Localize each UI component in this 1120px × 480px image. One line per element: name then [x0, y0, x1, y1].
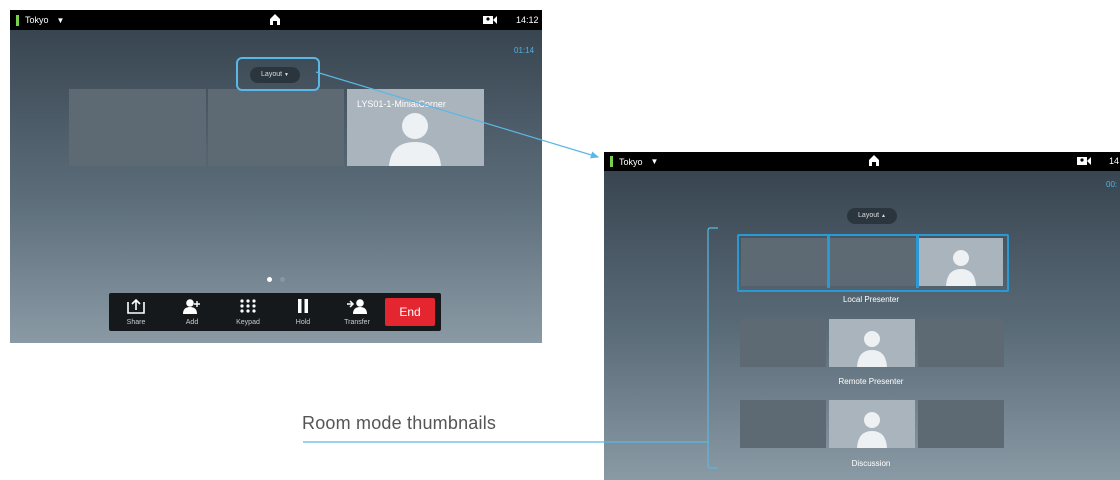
- annotation-label: Room mode thumbnails: [302, 413, 497, 433]
- annotation-overlay: [303, 71, 718, 469]
- bracket: [707, 227, 718, 469]
- callout-arrow: [315, 71, 600, 159]
